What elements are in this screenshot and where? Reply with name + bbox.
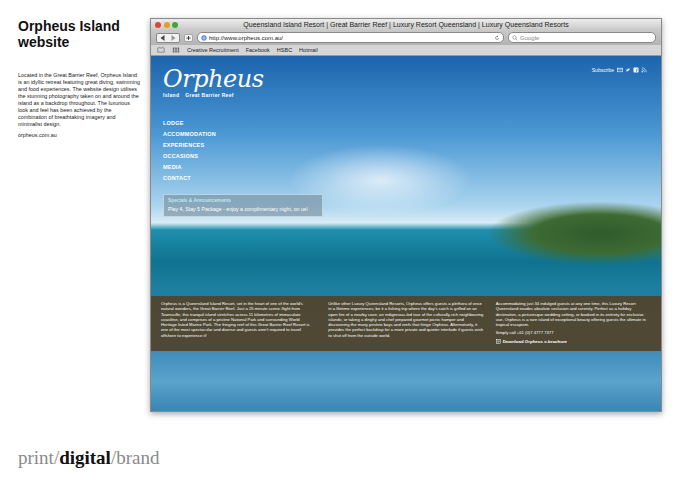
title-bar: Queensland Island Resort | Great Barrier… (151, 19, 661, 30)
specials-box[interactable]: Specials & Announcements Play 4, Stay 5 … (163, 194, 323, 217)
intro-column: Orpheus is a Queensland Island Resort, s… (161, 301, 316, 344)
intro-band: Orpheus is a Queensland Island Resort, s… (151, 296, 661, 351)
add-bookmark-icon[interactable] (184, 34, 193, 42)
subscribe-label[interactable]: Subscribe (592, 67, 614, 73)
project-description: Located in the Great Barrier Reef, Orphe… (18, 72, 140, 128)
twitter-icon[interactable] (625, 67, 631, 73)
search-field[interactable]: Google (508, 32, 656, 43)
brand-logo: print/digital/brand (0, 447, 680, 481)
close-icon[interactable] (155, 22, 161, 28)
bookmark-item[interactable]: HSBC (277, 47, 292, 54)
window-title: Queensland Island Resort | Great Barrier… (181, 20, 631, 30)
intro-column: Unlike other Luxury Queensland Resorts, … (328, 301, 483, 344)
minimize-icon[interactable] (164, 22, 170, 28)
project-title: Orpheus Island website (18, 18, 140, 50)
address-field[interactable]: http://www.orpheus.com.au/ (197, 32, 504, 43)
back-icon[interactable] (157, 34, 168, 42)
project-link[interactable]: orpheus.com.au (18, 132, 140, 139)
forward-icon[interactable] (168, 34, 179, 42)
site-logo[interactable]: Orpheus IslandGreat Barrier Reef (163, 66, 333, 98)
intro-paragraph: Orpheus is a Queensland Island Resort, s… (161, 301, 316, 338)
bookmark-item[interactable]: Creative Recruitment (187, 47, 239, 54)
search-icon (512, 35, 518, 41)
intro-paragraph: Simply call +61 (0)7 4777 7377 (496, 330, 651, 335)
rss-icon[interactable] (641, 67, 647, 73)
nav-item[interactable]: CONTACT (163, 173, 333, 184)
bookmark-item[interactable]: Hotmail (299, 47, 318, 54)
nav-item[interactable]: LODGE (163, 118, 333, 129)
book-icon[interactable] (157, 47, 165, 53)
zoom-icon[interactable] (172, 22, 178, 28)
globe-icon (201, 35, 207, 41)
facebook-icon[interactable] (633, 67, 639, 73)
nav-item[interactable]: MEDIA (163, 162, 333, 173)
bookmark-item[interactable]: Facebook (246, 47, 270, 54)
browser-window: Queensland Island Resort | Great Barrier… (150, 18, 662, 412)
reload-icon[interactable] (494, 35, 500, 41)
intro-paragraph: Unlike other Luxury Queensland Resorts, … (328, 301, 483, 338)
grid-icon[interactable] (172, 47, 180, 53)
website-page: Orpheus IslandGreat Barrier Reef LODGEAC… (151, 56, 661, 411)
nav-item[interactable]: EXPERIENCES (163, 140, 333, 151)
document-icon (496, 339, 501, 344)
subscribe-bar: Subscribe (592, 56, 661, 296)
bookmarks-bar: Creative Recruitment Facebook HSBC Hotmail (151, 45, 661, 56)
nav-item[interactable]: ACCOMMODATION (163, 129, 333, 140)
site-nav: LODGEACCOMMODATIONEXPERIENCESOCCASIONSME… (163, 118, 333, 184)
nav-item[interactable]: OCCASIONS (163, 151, 333, 162)
intro-paragraph: Accommodating just 34 indulged guests at… (496, 301, 651, 327)
site-sidebar: Orpheus IslandGreat Barrier Reef LODGEAC… (151, 56, 343, 296)
toolbar: http://www.orpheus.com.au/ Google (151, 30, 661, 45)
back-forward-buttons (156, 33, 180, 43)
intro-column: Accommodating just 34 indulged guests at… (496, 301, 651, 344)
portfolio-page: Orpheus Island website Located in the Gr… (0, 0, 680, 481)
project-info: Orpheus Island website Located in the Gr… (18, 18, 140, 412)
mail-icon[interactable] (617, 67, 623, 73)
download-link[interactable]: Download Orpheus e-brochure (496, 339, 651, 345)
